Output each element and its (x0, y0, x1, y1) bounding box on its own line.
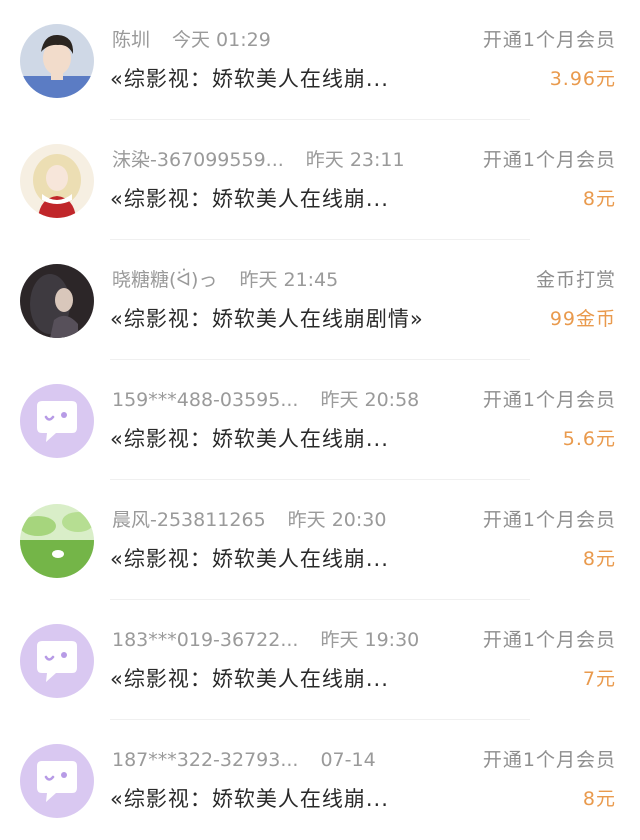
user-name[interactable]: 沫染-367099559... (112, 144, 284, 176)
amount-label: 5.6元 (562, 428, 616, 450)
timestamp: 昨天 20:58 (320, 389, 420, 411)
book-title: «综影视：娇软美人在线崩... (110, 787, 389, 811)
user-name[interactable]: 159***488-03595... (112, 384, 298, 416)
book-title: «综影视：娇软美人在线崩... (110, 67, 389, 91)
default-chat-icon (20, 384, 94, 458)
list-item[interactable]: 晨风-253811265 昨天 20:30 «综影视：娇软美人在线崩... 开通1… (0, 480, 640, 600)
action-label: 开通1个月会员 (482, 749, 616, 771)
record-header: 晨风-253811265 昨天 20:30 (112, 504, 386, 536)
avatar[interactable] (20, 624, 94, 698)
action-label: 金币打赏 (535, 269, 616, 291)
amount-label: 7元 (582, 668, 616, 690)
list-item[interactable]: 159***488-03595... 昨天 20:58 «综影视：娇软美人在线崩.… (0, 360, 640, 480)
avatar[interactable] (20, 744, 94, 818)
default-chat-icon (20, 624, 94, 698)
amount-label: 8元 (582, 548, 616, 570)
amount-label: 8元 (582, 788, 616, 810)
user-name[interactable]: 晨风-253811265 (112, 504, 266, 536)
record-header: 沫染-367099559... 昨天 23:11 (112, 144, 405, 176)
record-header: 晓糖糖(ᐛ)っ 昨天 21:45 (112, 264, 338, 296)
avatar[interactable] (20, 504, 94, 578)
action-label: 开通1个月会员 (482, 389, 616, 411)
photo-avatar-young-man-icon (20, 24, 94, 98)
book-title: «综影视：娇软美人在线崩... (110, 547, 389, 571)
list-item[interactable]: 沫染-367099559... 昨天 23:11 «综影视：娇软美人在线崩... … (0, 120, 640, 240)
record-header: 159***488-03595... 昨天 20:58 (112, 384, 419, 416)
book-title: «综影视：娇软美人在线崩... (110, 187, 389, 211)
avatar[interactable] (20, 144, 94, 218)
book-title: «综影视：娇软美人在线崩剧情» (110, 307, 424, 331)
avatar[interactable] (20, 384, 94, 458)
default-chat-icon (20, 744, 94, 818)
action-label: 开通1个月会员 (482, 629, 616, 651)
book-title: «综影视：娇软美人在线崩... (110, 427, 389, 451)
user-name[interactable]: 晓糖糖(ᐛ)っ (112, 264, 217, 296)
photo-avatar-dark-figure-icon (20, 264, 94, 338)
photo-avatar-green-meadow-icon (20, 504, 94, 578)
avatar[interactable] (20, 264, 94, 338)
record-header: 183***019-36722... 昨天 19:30 (112, 624, 419, 656)
list-item[interactable]: 陈圳 今天 01:29 «综影视：娇软美人在线崩... 开通1个月会员 3.96元 (0, 0, 640, 120)
action-label: 开通1个月会员 (482, 509, 616, 531)
list-item[interactable]: 晓糖糖(ᐛ)っ 昨天 21:45 «综影视：娇软美人在线崩剧情» 金币打赏 99金… (0, 240, 640, 360)
list-item[interactable]: 183***019-36722... 昨天 19:30 «综影视：娇软美人在线崩.… (0, 600, 640, 720)
action-label: 开通1个月会员 (482, 29, 616, 51)
transaction-list: 陈圳 今天 01:29 «综影视：娇软美人在线崩... 开通1个月会员 3.96元… (0, 0, 640, 840)
timestamp: 今天 01:29 (172, 29, 271, 51)
user-name[interactable]: 187***322-32793... (112, 744, 298, 776)
book-title: «综影视：娇软美人在线崩... (110, 667, 389, 691)
amount-label: 99金币 (549, 308, 616, 330)
photo-avatar-anime-girl-icon (20, 144, 94, 218)
timestamp: 昨天 21:45 (239, 269, 339, 291)
record-header: 187***322-32793... 07-14 (112, 744, 376, 776)
user-name[interactable]: 陈圳 (112, 24, 150, 56)
timestamp: 昨天 19:30 (320, 629, 420, 651)
timestamp: 昨天 23:11 (305, 149, 405, 171)
avatar[interactable] (20, 24, 94, 98)
record-header: 陈圳 今天 01:29 (112, 24, 271, 56)
action-label: 开通1个月会员 (482, 149, 616, 171)
user-name[interactable]: 183***019-36722... (112, 624, 298, 656)
amount-label: 3.96元 (549, 68, 616, 90)
list-item[interactable]: 187***322-32793... 07-14 «综影视：娇软美人在线崩... … (0, 720, 640, 840)
timestamp: 昨天 20:30 (287, 509, 387, 531)
timestamp: 07-14 (320, 749, 376, 771)
amount-label: 8元 (582, 188, 616, 210)
